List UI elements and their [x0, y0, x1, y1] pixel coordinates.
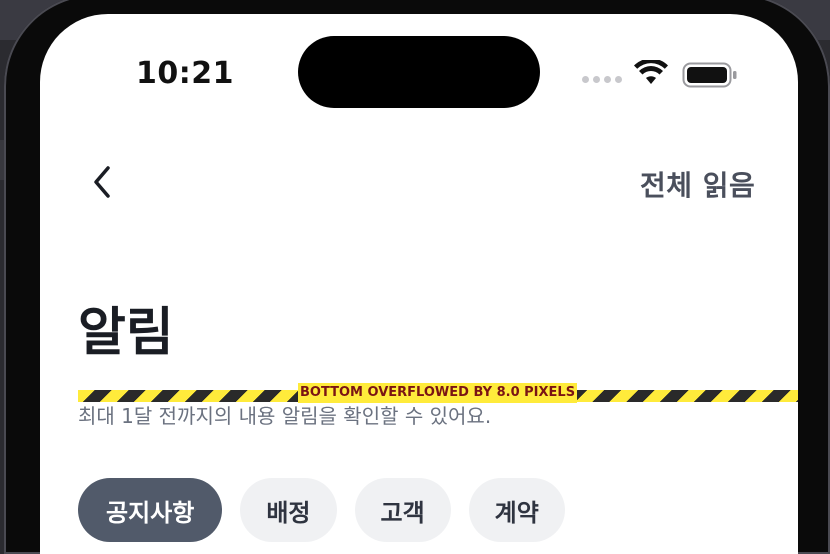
cellular-signal-icon	[582, 76, 622, 83]
page-title: 알림	[78, 303, 174, 363]
wifi-icon	[634, 60, 668, 84]
overflow-warning-label: BOTTOM OVERFLOWED BY 8.0 PIXELS	[298, 383, 578, 403]
tab-customer[interactable]: 고객	[354, 478, 451, 542]
phone-screen: 10:21 전체 읽음 알림 최대 1달 전까지의 내용 알림을 확인할 수 있…	[40, 14, 798, 554]
back-button[interactable]	[86, 164, 122, 200]
status-time: 10:21	[136, 56, 234, 91]
tab-assignment[interactable]: 배정	[240, 478, 337, 542]
read-all-button[interactable]: 전체 읽음	[640, 164, 755, 204]
category-tabs: 공지사항 배정 고객 계약	[78, 478, 565, 542]
battery-icon	[682, 62, 737, 88]
tab-contract[interactable]: 계약	[468, 478, 565, 542]
page-subtitle: 최대 1달 전까지의 내용 알림을 확인할 수 있어요.	[78, 404, 492, 428]
tab-notice[interactable]: 공지사항	[78, 478, 223, 542]
dynamic-island	[298, 36, 540, 108]
phone-frame: 10:21 전체 읽음 알림 최대 1달 전까지의 내용 알림을 확인할 수 있…	[4, 0, 830, 554]
